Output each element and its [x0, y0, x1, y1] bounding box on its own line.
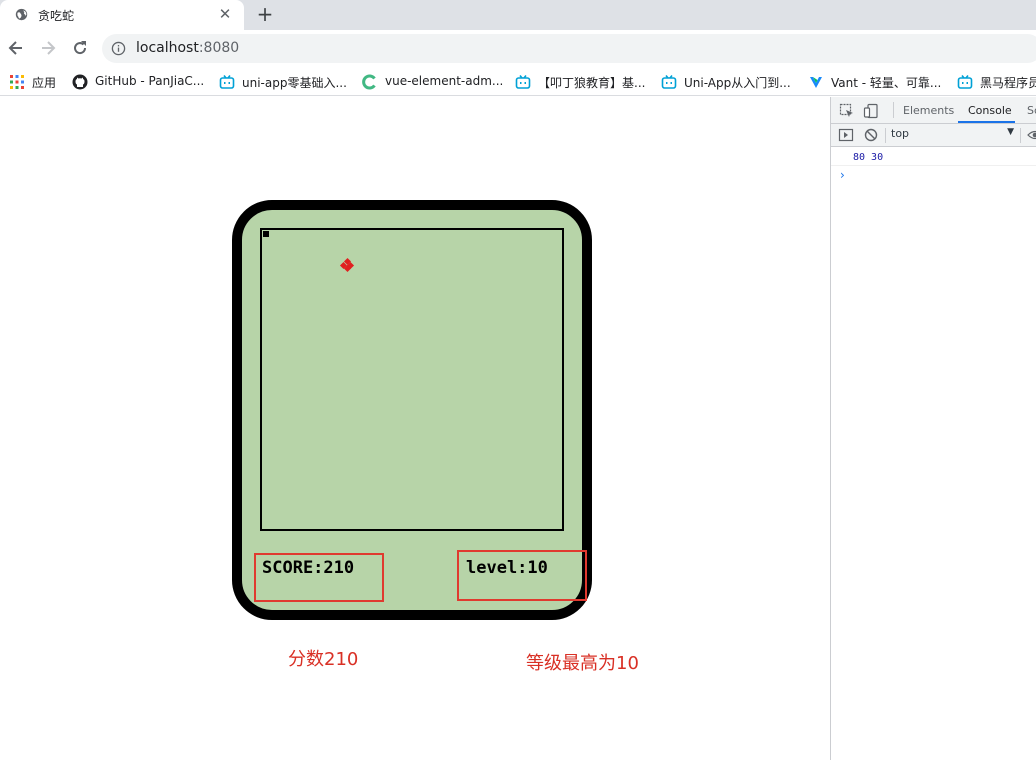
- tab-console[interactable]: Console: [968, 104, 1012, 117]
- info-icon[interactable]: [111, 41, 126, 56]
- devtools-panel: Elements Console Sc top ▼ 80 30 ›: [830, 97, 1036, 760]
- log-divider: [831, 165, 1036, 166]
- devtools-tab-bar: Elements Console Sc: [831, 97, 1036, 124]
- console-log-line: 80 30: [853, 152, 884, 163]
- green-c-icon: [362, 74, 376, 90]
- bilibili-icon: [957, 75, 973, 89]
- device-toolbar-icon[interactable]: [863, 103, 879, 119]
- level-highlight-box: [457, 550, 587, 601]
- reload-icon[interactable]: [70, 38, 90, 58]
- github-icon: [72, 74, 88, 90]
- bookmark-label: 【叩丁狼教育】基...: [538, 76, 646, 90]
- bookmarks-bar: 应用 GitHub - PanJiaC... uni-app零基础入... vu…: [0, 67, 1036, 96]
- bookmark-label: Vant - 轻量、可靠...: [831, 76, 942, 90]
- score-highlight-box: [254, 553, 384, 602]
- close-icon[interactable]: ✕: [216, 5, 234, 23]
- bookmark-label: GitHub - PanJiaC...: [95, 74, 205, 88]
- tab-sources[interactable]: Sc: [1027, 104, 1036, 117]
- page-viewport: SCORE:210 level:10 分数210 等级最高为10: [0, 97, 830, 760]
- bookmark-label: 应用: [32, 76, 57, 90]
- context-select[interactable]: top ▼: [891, 127, 1014, 143]
- url-port: :8080: [198, 40, 240, 56]
- toolbar-divider: [1020, 128, 1021, 143]
- bookmark-label: Uni-App从入门到...: [684, 76, 791, 90]
- forward-arrow-icon[interactable]: [38, 38, 58, 58]
- bookmark-label: 黑马程序员: [980, 76, 1036, 90]
- console-prompt[interactable]: ›: [840, 168, 845, 182]
- apps-grid-icon: [10, 75, 24, 89]
- clear-console-icon[interactable]: [863, 127, 879, 143]
- bilibili-icon: [219, 75, 235, 89]
- toolbar-divider: [885, 128, 886, 143]
- console-toolbar: top ▼: [831, 124, 1036, 147]
- snake-head: [262, 230, 270, 238]
- browser-tab[interactable]: 贪吃蛇 ✕: [0, 0, 244, 30]
- bookmark-label: vue-element-adm...: [385, 74, 504, 88]
- tab-title: 贪吃蛇: [38, 9, 75, 23]
- bookmark-label: uni-app零基础入...: [242, 76, 347, 90]
- toolbar-divider: [893, 102, 894, 118]
- level-annotation: 等级最高为10: [526, 653, 639, 674]
- food-icon: [339, 257, 355, 273]
- game-stage: [260, 228, 564, 531]
- url-text: localhost:8080: [136, 40, 239, 56]
- tab-strip: 贪吃蛇 ✕ +: [0, 0, 1036, 30]
- context-value: top: [891, 127, 910, 140]
- vant-icon: [810, 77, 822, 88]
- score-annotation: 分数210: [288, 649, 359, 670]
- bilibili-icon: [661, 75, 677, 89]
- browser-toolbar: localhost:8080: [0, 30, 1036, 67]
- new-tab-button[interactable]: +: [254, 2, 276, 26]
- back-arrow-icon[interactable]: [6, 38, 26, 58]
- url-host: localhost: [136, 40, 199, 56]
- address-bar[interactable]: localhost:8080: [102, 34, 1036, 63]
- globe-icon: [15, 8, 28, 21]
- eye-icon[interactable]: [1027, 127, 1036, 143]
- active-tab-indicator: [958, 121, 1015, 123]
- bilibili-icon: [515, 75, 531, 89]
- sidebar-toggle-icon[interactable]: [838, 127, 854, 143]
- inspect-element-icon[interactable]: [839, 103, 855, 119]
- dropdown-arrow-icon: ▼: [1007, 127, 1014, 137]
- tab-elements[interactable]: Elements: [903, 104, 954, 117]
